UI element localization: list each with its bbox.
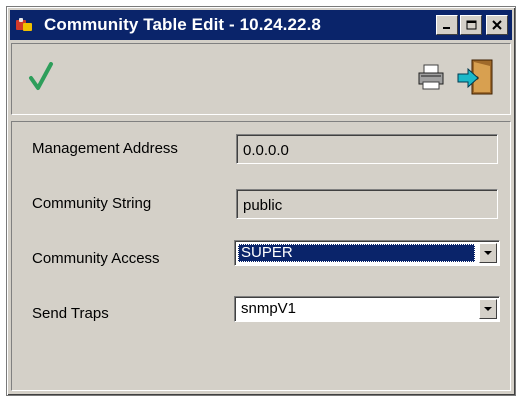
maximize-button[interactable] (460, 15, 482, 35)
community-access-select[interactable]: SUPER (234, 240, 500, 266)
community-access-value: SUPER (238, 244, 475, 262)
chevron-down-icon (484, 251, 492, 255)
app-icon (16, 18, 38, 32)
community-string-field[interactable]: public (236, 189, 498, 219)
toolbar (11, 43, 511, 115)
send-traps-label: Send Traps (32, 305, 109, 322)
community-access-label: Community Access (32, 250, 160, 267)
window-controls (436, 15, 508, 35)
community-access-dropdown-button[interactable] (479, 243, 497, 263)
printer-icon (418, 64, 444, 90)
window-title: Community Table Edit - 10.24.22.8 (44, 15, 321, 34)
exit-door-icon (457, 59, 493, 95)
minimize-button[interactable] (436, 15, 458, 35)
print-button[interactable] (416, 62, 446, 92)
close-icon (492, 20, 502, 30)
title-bar[interactable]: Community Table Edit - 10.24.22.8 (10, 10, 512, 40)
send-traps-value: snmpV1 (241, 300, 297, 317)
community-form: Management Address 0.0.0.0 Community Str… (11, 121, 511, 391)
minimize-icon (443, 27, 450, 29)
community-table-edit-window: Community Table Edit - 10.24.22.8 Manage… (6, 6, 516, 396)
send-traps-select[interactable]: snmpV1 (234, 296, 500, 322)
close-button[interactable] (486, 15, 508, 35)
send-traps-dropdown-button[interactable] (479, 299, 497, 319)
chevron-down-icon (484, 307, 492, 311)
management-address-field[interactable]: 0.0.0.0 (236, 134, 498, 164)
exit-button[interactable] (456, 58, 496, 96)
community-string-label: Community String (32, 195, 152, 212)
checkmark-icon (29, 62, 53, 90)
management-address-label: Management Address (32, 140, 178, 157)
maximize-icon (466, 20, 476, 30)
ok-button[interactable] (28, 62, 54, 92)
